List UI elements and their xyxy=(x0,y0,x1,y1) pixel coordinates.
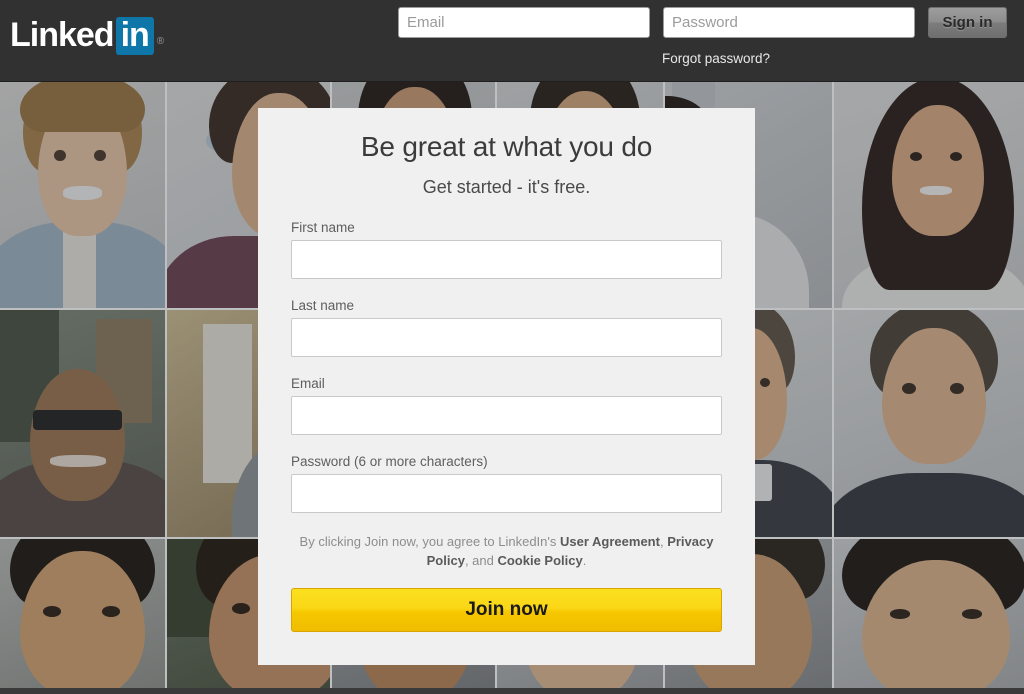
portrait-tile xyxy=(0,82,165,308)
last-name-label: Last name xyxy=(291,298,355,313)
top-header-bar: Linked in ® Sign in Forgot password? xyxy=(0,0,1024,82)
password-label: Password (6 or more characters) xyxy=(291,454,488,469)
legal-disclaimer: By clicking Join now, you agree to Linke… xyxy=(291,532,722,570)
password-input[interactable] xyxy=(291,474,722,513)
registered-trademark-icon: ® xyxy=(156,36,165,47)
legal-prefix: By clicking Join now, you agree to Linke… xyxy=(299,534,560,549)
user-agreement-link[interactable]: User Agreement xyxy=(560,534,660,549)
email-field: Email xyxy=(291,376,722,435)
linkedin-signup-page: Linked in ® Sign in Forgot password? Be … xyxy=(0,0,1024,694)
header-email-input[interactable] xyxy=(398,7,650,38)
portrait-tile xyxy=(0,310,165,537)
signup-subheading: Get started - it's free. xyxy=(422,177,591,197)
header-signin-form: Sign in xyxy=(398,7,1007,38)
logo-wordmark: Linked xyxy=(10,16,115,54)
portrait-tile xyxy=(0,539,165,688)
cookie-policy-link[interactable]: Cookie Policy xyxy=(497,553,582,568)
email-label: Email xyxy=(291,376,325,391)
portrait-tile xyxy=(834,82,1024,308)
last-name-field: Last name xyxy=(291,298,722,357)
portrait-tile xyxy=(834,310,1024,537)
first-name-field: First name xyxy=(291,220,722,279)
signup-card: Be great at what you do Get started - it… xyxy=(258,108,755,665)
sign-in-button[interactable]: Sign in xyxy=(928,7,1007,38)
first-name-input[interactable] xyxy=(291,240,722,279)
logo-in-badge: in xyxy=(115,17,154,55)
first-name-label: First name xyxy=(291,220,355,235)
signup-heading: Be great at what you do xyxy=(360,131,653,162)
last-name-input[interactable] xyxy=(291,318,722,357)
footer-strip xyxy=(0,688,1024,694)
forgot-password-link[interactable]: Forgot password? xyxy=(662,51,770,66)
password-field: Password (6 or more characters) xyxy=(291,454,722,513)
header-password-input[interactable] xyxy=(663,7,915,38)
legal-suffix: . xyxy=(582,553,587,568)
email-input[interactable] xyxy=(291,396,722,435)
legal-separator: , and xyxy=(464,553,498,568)
linkedin-logo[interactable]: Linked in ® xyxy=(10,17,164,55)
join-now-button[interactable]: Join now xyxy=(291,588,722,632)
portrait-tile xyxy=(834,539,1024,688)
